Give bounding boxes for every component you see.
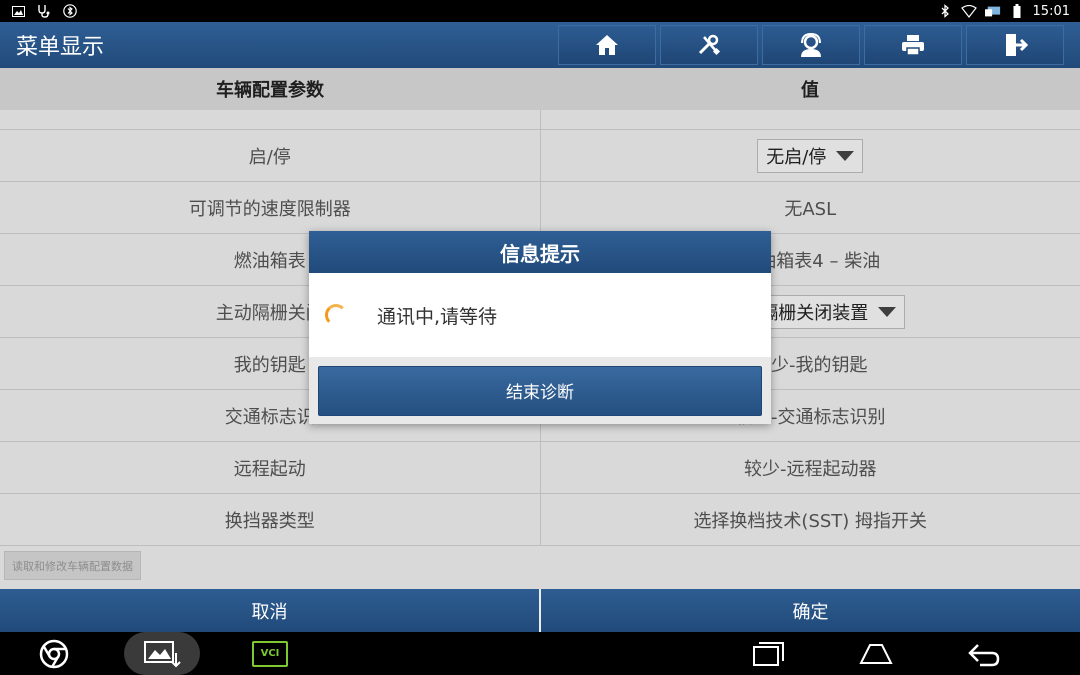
status-time: 15:01 (1032, 3, 1070, 19)
home-icon (596, 35, 618, 55)
app-window: 15:01 菜单显示 车辆配置参数 值 启/停 无启/停 可调节的速度限制器 无… (0, 0, 1080, 675)
home-nav-icon (859, 643, 893, 664)
support-button[interactable] (762, 25, 860, 65)
info-dialog: 信息提示 通讯中,请等待 结束诊断 (309, 231, 771, 424)
page-title: 菜单显示 (16, 35, 105, 60)
tools-button[interactable] (660, 25, 758, 65)
end-diagnosis-button[interactable]: 结束诊断 (318, 365, 762, 416)
vci-icon: VCI (252, 640, 288, 667)
exit-button[interactable] (966, 25, 1064, 65)
recent-apps-button[interactable] (746, 632, 790, 675)
recent-apps-icon (753, 641, 784, 666)
home-nav-button[interactable] (854, 632, 898, 675)
print-icon (902, 35, 924, 56)
title-bar: 菜单显示 (0, 22, 1080, 68)
tools-icon (698, 34, 721, 56)
vci-button[interactable]: VCI (248, 632, 292, 675)
dialog-message: 通讯中,请等待 (377, 305, 498, 328)
exit-icon (1006, 34, 1028, 56)
gallery-app-button[interactable] (124, 632, 200, 675)
battery-icon (1009, 3, 1025, 19)
gallery-notification-icon (10, 3, 26, 19)
chrome-button[interactable] (30, 632, 78, 675)
back-button[interactable] (962, 632, 1006, 675)
stethoscope-notification-icon (36, 3, 52, 19)
chrome-icon (39, 639, 69, 668)
back-icon (968, 643, 1000, 666)
dialog-footer: 结束诊断 (309, 357, 771, 424)
support-icon (801, 32, 821, 57)
wifi-icon (960, 3, 977, 19)
loading-spinner-icon (325, 304, 347, 326)
confirm-button[interactable]: 确定 (541, 589, 1080, 632)
cancel-button[interactable]: 取消 (0, 589, 539, 632)
bottom-action-bar: 取消 确定 (0, 589, 1080, 632)
print-button[interactable] (864, 25, 962, 65)
home-button[interactable] (558, 25, 656, 65)
screen-icon (984, 3, 1001, 19)
dialog-title: 信息提示 (309, 231, 771, 273)
status-bar: 15:01 (0, 0, 1080, 22)
toolbar (558, 25, 1064, 65)
navigation-bar: VCI (0, 632, 1080, 675)
dialog-body: 通讯中,请等待 (309, 273, 771, 357)
image-download-icon (144, 640, 181, 667)
bluetooth-notification-icon (62, 3, 78, 19)
bluetooth-icon (937, 3, 953, 19)
